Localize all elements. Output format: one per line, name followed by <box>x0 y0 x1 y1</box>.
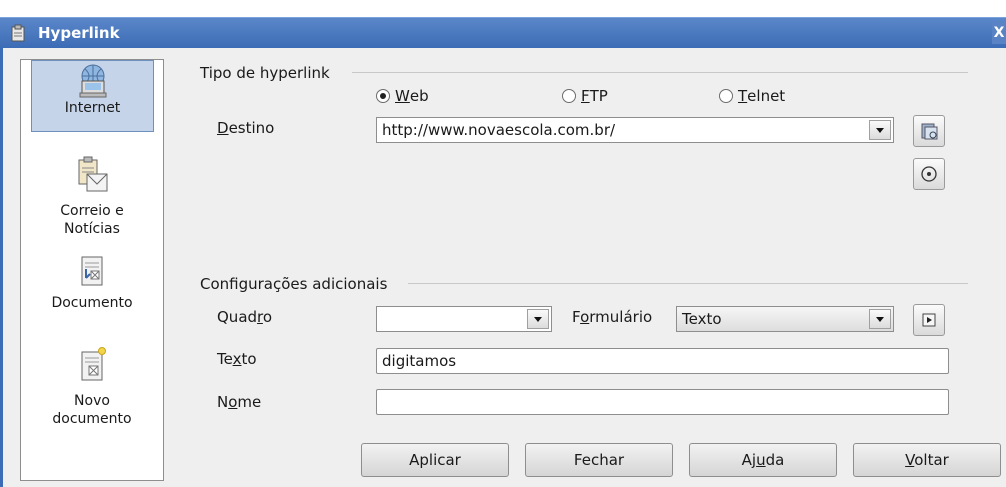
sidebar-item-label: Internet <box>64 100 121 116</box>
target-icon <box>921 166 937 182</box>
hyperlink-type-group-label: Tipo de hyperlink <box>200 64 330 82</box>
app-window-icon <box>11 24 25 42</box>
radio-indicator <box>719 89 733 103</box>
radio-selected-indicator <box>376 89 390 103</box>
internet-globe-icon <box>79 64 106 98</box>
radio-telnet-accel: T <box>738 87 748 105</box>
radio-ftp-label: TP <box>589 87 608 105</box>
document-icon <box>81 256 103 286</box>
sidebar-item-label: Novo documento <box>52 393 132 427</box>
additional-settings-group-label: Configurações adicionais <box>200 275 388 293</box>
events-button[interactable] <box>913 304 945 336</box>
radio-indicator <box>562 89 576 103</box>
radio-telnet-label: elnet <box>747 87 786 105</box>
radio-web-accel: W <box>395 87 410 105</box>
group-divider <box>352 72 968 73</box>
destination-value: http://www.novaescola.com.br/ <box>382 121 616 139</box>
back-button[interactable]: Voltar <box>853 443 1001 477</box>
sidebar-item-internet[interactable]: Internet <box>31 60 154 132</box>
text-input[interactable]: digitamos <box>376 348 949 374</box>
open-file-browser-button[interactable] <box>913 115 945 147</box>
title-bar: Hyperlink X <box>0 17 1006 48</box>
new-document-icon <box>81 347 106 381</box>
form-label: Formulário <box>572 308 653 326</box>
form-dropdown-button[interactable] <box>869 309 891 329</box>
destination-combobox[interactable]: http://www.novaescola.com.br/ <box>376 117 894 143</box>
name-label: Nome <box>217 393 262 411</box>
sidebar-item-mail-news[interactable]: Correio e Notícias <box>21 156 163 246</box>
sidebar-item-label: Correio e Notícias <box>60 203 124 237</box>
text-value: digitamos <box>382 352 457 370</box>
hyperlink-category-sidebar: Internet Correio e Notícias Documento No… <box>20 59 164 481</box>
sidebar-item-label: Documento <box>51 295 133 311</box>
sidebar-item-new-document[interactable]: Novo documento <box>21 346 163 436</box>
events-play-icon <box>922 313 936 327</box>
group-divider <box>408 283 968 284</box>
radio-web[interactable]: Web <box>376 87 429 105</box>
destination-dropdown-button[interactable] <box>869 120 891 140</box>
close-button[interactable]: Fechar <box>525 443 673 477</box>
destination-label: Destino <box>217 119 275 137</box>
mail-news-icon <box>78 156 108 192</box>
radio-telnet[interactable]: Telnet <box>719 87 785 105</box>
radio-web-label: eb <box>409 87 429 105</box>
target-in-document-button[interactable] <box>913 158 945 190</box>
text-label: Texto <box>217 350 257 368</box>
window-title: Hyperlink <box>38 24 120 42</box>
form-value: Texto <box>682 310 722 328</box>
frame-label: Quadro <box>217 308 273 326</box>
radio-ftp[interactable]: F TP <box>562 87 608 105</box>
help-button[interactable]: Ajuda <box>689 443 837 477</box>
close-window-button[interactable]: X <box>992 22 1006 44</box>
frame-dropdown-button[interactable] <box>527 309 549 329</box>
radio-ftp-accel: F <box>581 87 590 105</box>
folder-browse-icon <box>921 123 938 140</box>
apply-button[interactable]: Aplicar <box>361 443 509 477</box>
name-input[interactable] <box>376 389 949 415</box>
frame-combobox[interactable] <box>376 306 552 332</box>
form-combobox[interactable]: Texto <box>676 306 894 332</box>
sidebar-item-document[interactable]: Documento <box>21 254 163 324</box>
